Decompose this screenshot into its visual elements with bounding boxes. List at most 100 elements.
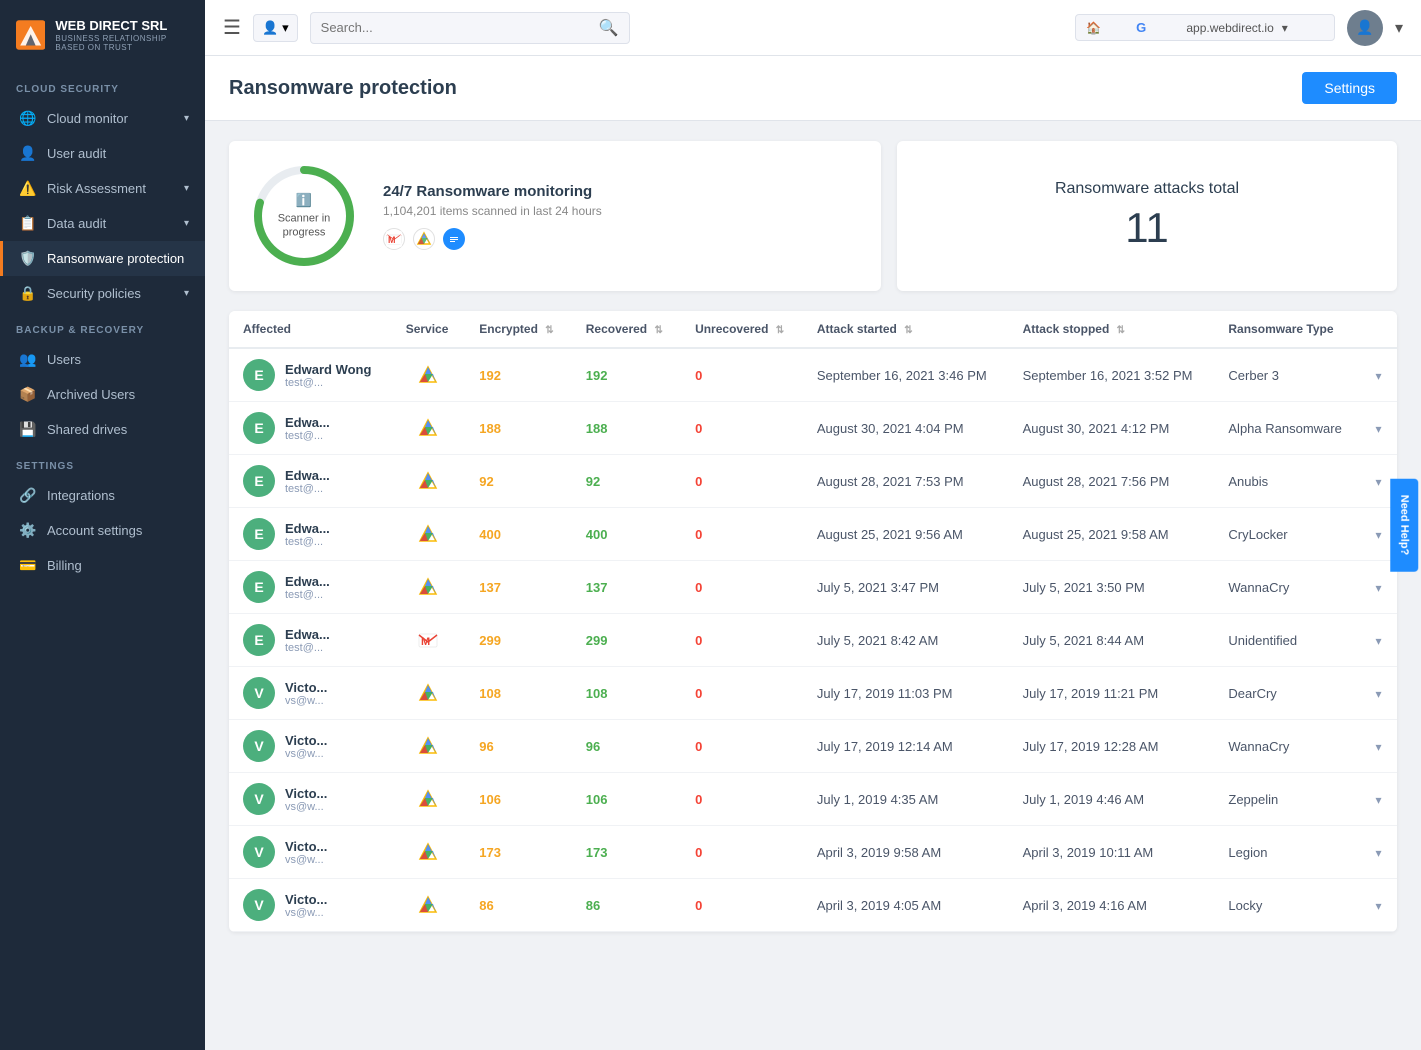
- sidebar-item-label: Cloud monitor: [47, 111, 128, 126]
- service-icon: [406, 364, 452, 386]
- chevron-icon: ▾: [184, 218, 189, 229]
- cell-expand: ▾: [1362, 667, 1397, 720]
- cell-attack-stopped: July 5, 2021 3:50 PM: [1009, 561, 1215, 614]
- cell-unrecovered: 0: [681, 773, 803, 826]
- cell-attack-started: July 17, 2019 12:14 AM: [803, 720, 1009, 773]
- browser-chevron: ▾: [1282, 21, 1324, 35]
- user-email: vs@w...: [285, 801, 327, 813]
- drive-icon: [413, 228, 435, 250]
- gmail-icon: M: [383, 228, 405, 250]
- service-icon: M: [406, 629, 452, 651]
- cell-unrecovered: 0: [681, 508, 803, 561]
- cell-recovered: 173: [572, 826, 681, 879]
- service-icon: [406, 788, 452, 810]
- sidebar-item-cloud-monitor[interactable]: 🌐 Cloud monitor ▾: [0, 101, 205, 136]
- attacks-card: Ransomware attacks total 11: [897, 141, 1397, 291]
- col-affected[interactable]: Affected: [229, 311, 392, 348]
- svg-text:M: M: [388, 235, 396, 245]
- settings-header: SETTINGS: [0, 447, 205, 478]
- settings-button[interactable]: Settings: [1302, 72, 1397, 104]
- cell-attack-started: August 30, 2021 4:04 PM: [803, 402, 1009, 455]
- sidebar-item-risk-assessment[interactable]: ⚠️ Risk Assessment ▾: [0, 171, 205, 206]
- cell-ransomware-type: Cerber 3: [1214, 348, 1361, 402]
- cell-service: [392, 561, 466, 614]
- expand-button[interactable]: ▾: [1376, 899, 1382, 913]
- sidebar-item-shared-drives[interactable]: 💾 Shared drives: [0, 412, 205, 447]
- clipboard-icon: 📋: [19, 215, 37, 232]
- expand-button[interactable]: ▾: [1376, 422, 1382, 436]
- sidebar-item-archived-users[interactable]: 📦 Archived Users: [0, 377, 205, 412]
- sidebar-item-security-policies[interactable]: 🔒 Security policies ▾: [0, 276, 205, 311]
- col-encrypted[interactable]: Encrypted ⇅: [465, 311, 572, 348]
- page-title: Ransomware protection: [229, 77, 457, 100]
- cell-attack-stopped: April 3, 2019 10:11 AM: [1009, 826, 1215, 879]
- need-help-tab[interactable]: Need Help?: [1391, 479, 1419, 572]
- table-row: V Victo... vs@w... 108 108 0 July 17, 20…: [229, 667, 1397, 720]
- col-attack-started[interactable]: Attack started ⇅: [803, 311, 1009, 348]
- search-input[interactable]: [321, 20, 593, 35]
- gear-icon: ⚙️: [19, 522, 37, 539]
- user-info: Victo... vs@w...: [285, 839, 327, 866]
- user-name: Edwa...: [285, 521, 330, 536]
- page-header: Ransomware protection Settings: [205, 56, 1421, 121]
- sidebar-item-user-audit[interactable]: 👤 User audit: [0, 136, 205, 171]
- expand-button[interactable]: ▾: [1376, 793, 1382, 807]
- user-avatar: E: [243, 518, 275, 550]
- sidebar-item-label: Shared drives: [47, 422, 127, 437]
- expand-button[interactable]: ▾: [1376, 528, 1382, 542]
- scanner-circle: ℹ️ Scanner inprogress: [249, 161, 359, 271]
- hamburger-menu[interactable]: ☰: [223, 15, 241, 40]
- sidebar-item-ransomware-protection[interactable]: 🛡️ Ransomware protection: [0, 241, 205, 276]
- cell-attack-started: July 1, 2019 4:35 AM: [803, 773, 1009, 826]
- sidebar-item-users[interactable]: 👥 Users: [0, 342, 205, 377]
- sidebar-item-label: User audit: [47, 146, 106, 161]
- avatar[interactable]: 👤: [1347, 10, 1383, 46]
- scanner-info: 24/7 Ransomware monitoring 1,104,201 ite…: [383, 183, 602, 250]
- table-body: E Edward Wong test@... 192 192 0 Septemb…: [229, 348, 1397, 932]
- cell-encrypted: 106: [465, 773, 572, 826]
- cell-recovered: 96: [572, 720, 681, 773]
- col-service[interactable]: Service: [392, 311, 466, 348]
- user-avatar: E: [243, 412, 275, 444]
- cell-encrypted: 400: [465, 508, 572, 561]
- user-info: Victo... vs@w...: [285, 892, 327, 919]
- sidebar-item-account-settings[interactable]: ⚙️ Account settings: [0, 513, 205, 548]
- col-unrecovered[interactable]: Unrecovered ⇅: [681, 311, 803, 348]
- col-ransomware-type[interactable]: Ransomware Type: [1214, 311, 1361, 348]
- table-row: V Victo... vs@w... 173 173 0 April 3, 20…: [229, 826, 1397, 879]
- sidebar-item-label: Integrations: [47, 488, 115, 503]
- cell-encrypted: 137: [465, 561, 572, 614]
- brand-name: WEB DIRECT SRL: [55, 18, 189, 34]
- cell-service: [392, 455, 466, 508]
- expand-button[interactable]: ▾: [1376, 687, 1382, 701]
- sidebar-item-label: Account settings: [47, 523, 142, 538]
- cell-service: [392, 879, 466, 932]
- sidebar-item-label: Billing: [47, 558, 82, 573]
- expand-button[interactable]: ▾: [1376, 369, 1382, 383]
- scanner-title: 24/7 Ransomware monitoring: [383, 183, 602, 200]
- expand-button[interactable]: ▾: [1376, 581, 1382, 595]
- sidebar-item-billing[interactable]: 💳 Billing: [0, 548, 205, 583]
- cell-attack-stopped: August 25, 2021 9:58 AM: [1009, 508, 1215, 561]
- expand-button[interactable]: ▾: [1376, 475, 1382, 489]
- scanner-status: Scanner inprogress: [278, 212, 331, 238]
- cell-unrecovered: 0: [681, 720, 803, 773]
- cell-service: [392, 508, 466, 561]
- expand-button[interactable]: ▾: [1376, 740, 1382, 754]
- sidebar-item-data-audit[interactable]: 📋 Data audit ▾: [0, 206, 205, 241]
- expand-button[interactable]: ▾: [1376, 846, 1382, 860]
- expand-button[interactable]: ▾: [1376, 634, 1382, 648]
- cell-ransomware-type: Alpha Ransomware: [1214, 402, 1361, 455]
- sidebar-item-integrations[interactable]: 🔗 Integrations: [0, 478, 205, 513]
- sidebar-item-label: Security policies: [47, 286, 141, 301]
- need-help-label: Need Help?: [1399, 495, 1411, 556]
- cell-expand: ▾: [1362, 614, 1397, 667]
- user-name: Edward Wong: [285, 362, 371, 377]
- user-selector[interactable]: 👤 ▾: [253, 14, 298, 42]
- col-attack-stopped[interactable]: Attack stopped ⇅: [1009, 311, 1215, 348]
- service-icon: [406, 576, 452, 598]
- cell-recovered: 188: [572, 402, 681, 455]
- col-recovered[interactable]: Recovered ⇅: [572, 311, 681, 348]
- service-icon: [406, 894, 452, 916]
- cell-attack-started: July 17, 2019 11:03 PM: [803, 667, 1009, 720]
